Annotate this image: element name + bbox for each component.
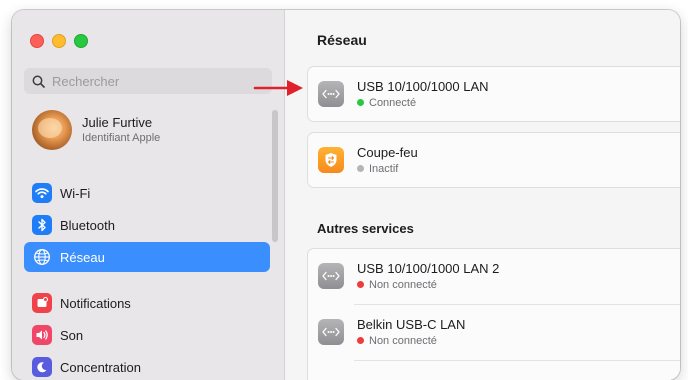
service-row-usb-lan-2[interactable]: USB 10/100/1000 LAN 2 Non connecté bbox=[308, 249, 680, 303]
red-arrow-icon bbox=[253, 80, 303, 96]
other-services-title: Autres services bbox=[317, 221, 414, 236]
zoom-button[interactable] bbox=[74, 34, 88, 48]
status-dot-disconnected bbox=[357, 337, 364, 344]
main-content: Réseau USB 10/100/1000 LAN Connecté Coup… bbox=[285, 10, 680, 380]
sidebar-item-label: Wi-Fi bbox=[60, 185, 91, 201]
window-controls bbox=[30, 34, 88, 48]
service-name: Belkin USB-C LAN bbox=[357, 316, 466, 332]
status-text: Inactif bbox=[369, 162, 399, 175]
sidebar-item-label: Réseau bbox=[60, 249, 105, 265]
service-status: Non connecté bbox=[357, 334, 465, 348]
bell-icon bbox=[32, 293, 52, 313]
speaker-icon bbox=[32, 325, 52, 345]
service-name: USB 10/100/1000 LAN bbox=[357, 78, 489, 94]
firewall-icon bbox=[318, 147, 344, 173]
service-name: USB 10/100/1000 LAN 2 bbox=[357, 260, 500, 276]
other-services-card: USB 10/100/1000 LAN 2 Non connecté Belki… bbox=[307, 248, 680, 380]
sidebar-item-notifications[interactable]: Notifications bbox=[24, 288, 270, 318]
ethernet-icon bbox=[318, 319, 344, 345]
sidebar-item-son[interactable]: Son bbox=[24, 320, 270, 350]
apple-account[interactable]: Julie Furtive Identifiant Apple bbox=[32, 110, 160, 150]
moon-icon bbox=[32, 357, 52, 377]
sidebar-item-label: Concentration bbox=[60, 359, 141, 375]
sidebar-item-label: Son bbox=[60, 327, 84, 343]
sidebar-item-bluetooth[interactable]: Bluetooth bbox=[24, 210, 270, 240]
account-subtitle: Identifiant Apple bbox=[82, 132, 161, 144]
firewall-name: Coupe-feu bbox=[357, 144, 418, 160]
status-text: Non connecté bbox=[369, 278, 437, 291]
sidebar: Julie Furtive Identifiant Apple Wi-Fi bbox=[12, 10, 285, 380]
search-icon bbox=[32, 75, 45, 88]
avatar bbox=[32, 110, 72, 150]
service-row-usb-lan[interactable]: USB 10/100/1000 LAN Connecté bbox=[308, 67, 680, 121]
page-title: Réseau bbox=[317, 32, 367, 48]
globe-icon bbox=[32, 247, 52, 267]
search-input[interactable] bbox=[50, 72, 264, 90]
settings-window: Julie Furtive Identifiant Apple Wi-Fi bbox=[12, 10, 680, 380]
firewall-row[interactable]: Coupe-feu Inactif bbox=[308, 133, 680, 187]
service-status: Connecté bbox=[357, 96, 489, 110]
minimize-button[interactable] bbox=[52, 34, 66, 48]
status-dot-inactive bbox=[357, 165, 364, 172]
service-status: Non connecté bbox=[357, 278, 499, 292]
sidebar-scrollbar[interactable] bbox=[272, 110, 278, 242]
bluetooth-icon bbox=[32, 215, 52, 235]
sidebar-item-reseau[interactable]: Réseau bbox=[24, 242, 270, 272]
wifi-icon bbox=[32, 183, 52, 203]
search-field[interactable] bbox=[24, 68, 272, 94]
row-divider bbox=[354, 360, 680, 361]
service-card: USB 10/100/1000 LAN Connecté bbox=[307, 66, 680, 122]
close-button[interactable] bbox=[30, 34, 44, 48]
firewall-card: Coupe-feu Inactif bbox=[307, 132, 680, 188]
ethernet-icon bbox=[318, 263, 344, 289]
status-dot-disconnected bbox=[357, 281, 364, 288]
sidebar-item-concentration[interactable]: Concentration bbox=[24, 352, 270, 380]
status-text: Connecté bbox=[369, 96, 417, 109]
service-row-belkin[interactable]: Belkin USB-C LAN Non connecté bbox=[308, 305, 680, 359]
status-text: Non connecté bbox=[369, 334, 437, 347]
account-name: Julie Furtive bbox=[82, 115, 153, 130]
ethernet-icon bbox=[318, 81, 344, 107]
sidebar-item-label: Bluetooth bbox=[60, 217, 115, 233]
sidebar-item-label: Notifications bbox=[60, 295, 131, 311]
sidebar-item-wifi[interactable]: Wi-Fi bbox=[24, 178, 270, 208]
firewall-status: Inactif bbox=[357, 162, 418, 176]
status-dot-connected bbox=[357, 99, 364, 106]
